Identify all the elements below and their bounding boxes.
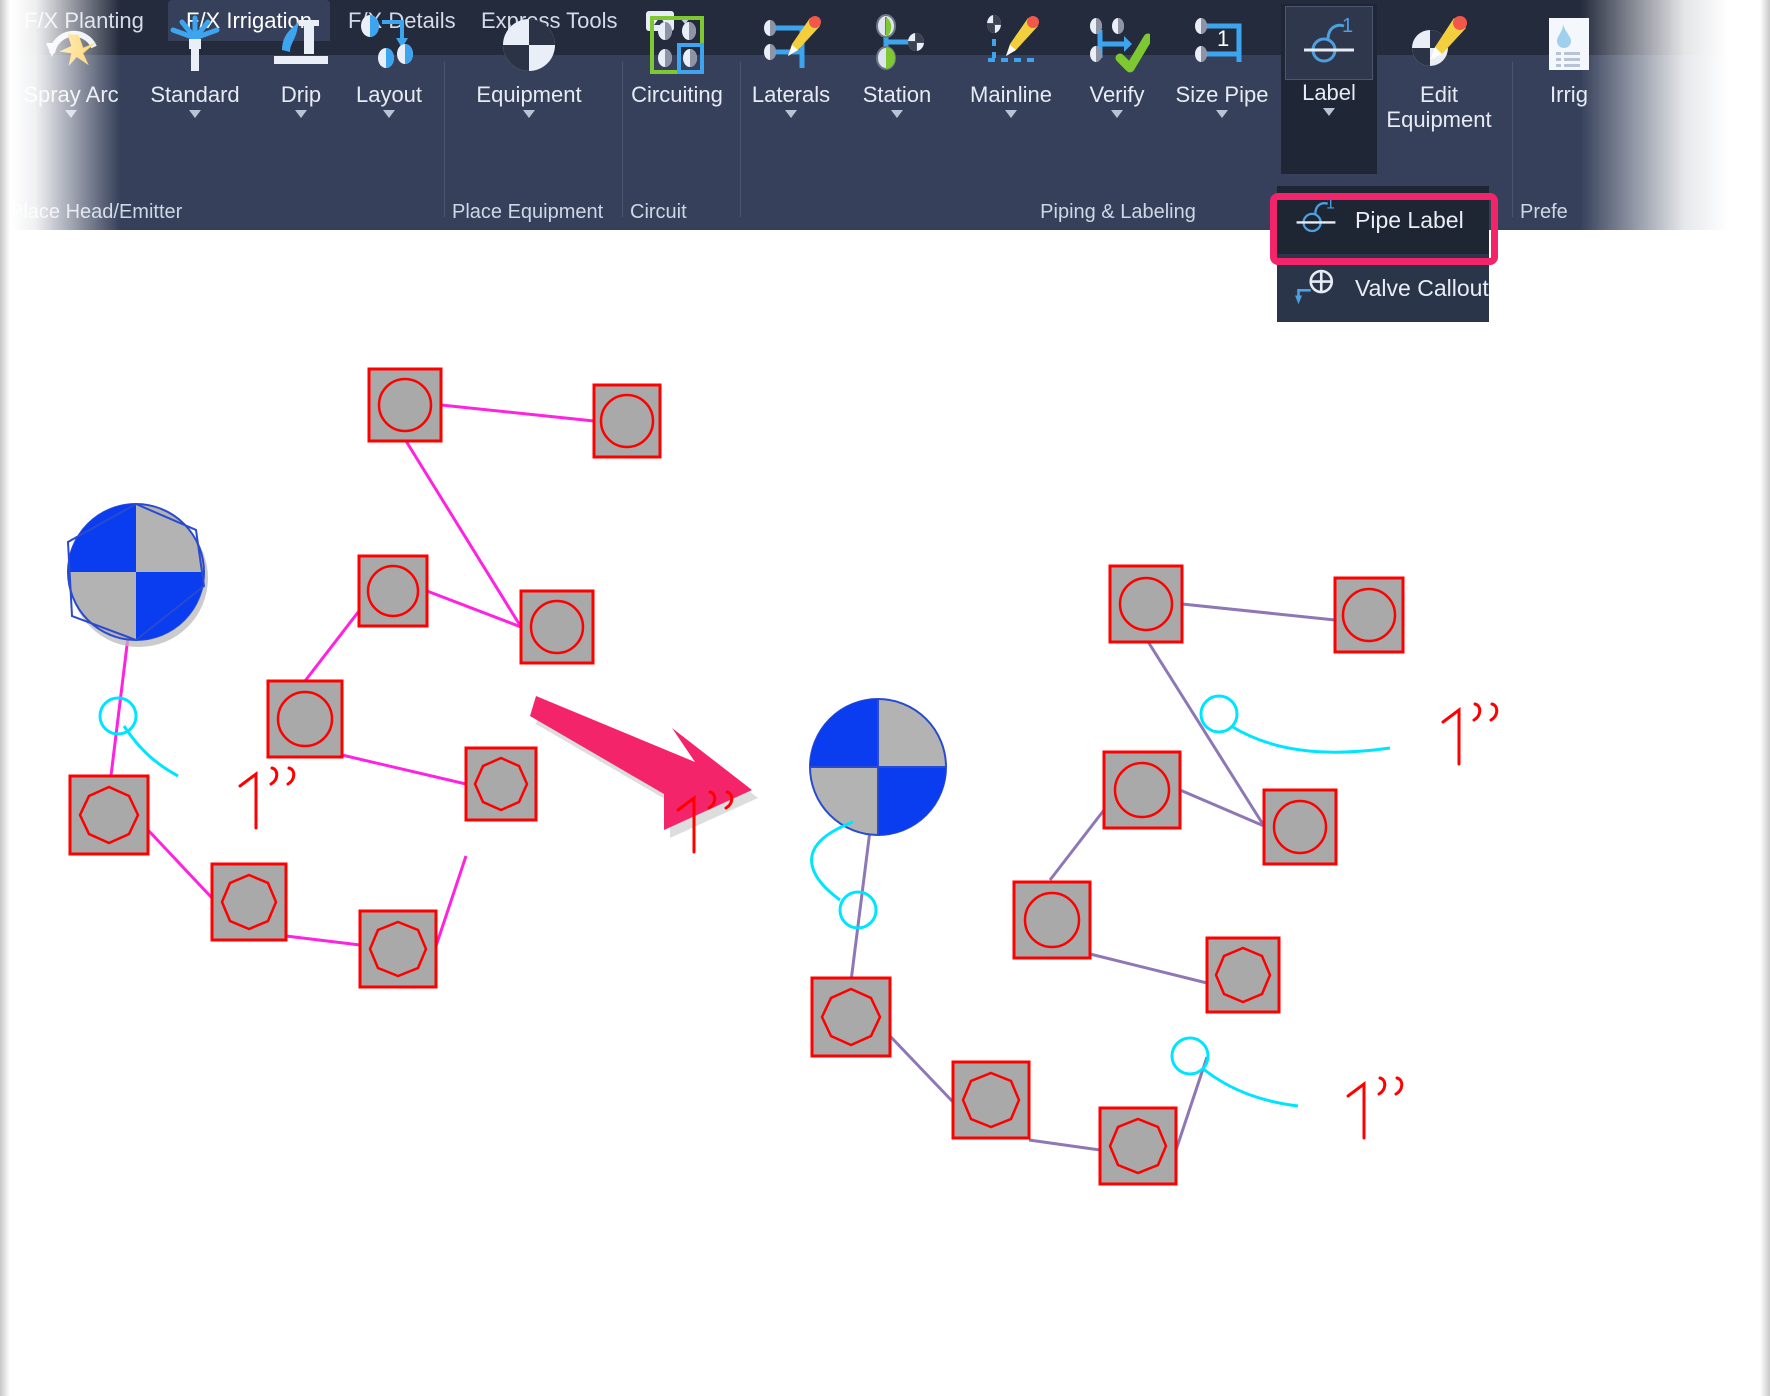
pipe-label-icon: 1: [1285, 6, 1373, 80]
chevron-down-icon[interactable]: [1323, 108, 1335, 116]
circuiting-icon: [618, 8, 736, 82]
button-label-spray-arc: Spray Arc: [23, 82, 119, 107]
screenshot-root: F/X Planting F/X Irrigation F/X Details …: [0, 0, 1770, 1396]
button-size-pipe[interactable]: 1 Size Pipe: [1163, 4, 1281, 136]
button-label-laterals: Laterals: [751, 82, 831, 107]
pipe-size-label-after-b: [1441, 702, 1499, 766]
button-laterals[interactable]: Laterals: [732, 4, 850, 136]
button-label-standard: Standard: [150, 82, 240, 107]
edit-equipment-icon: [1375, 8, 1503, 82]
svg-text:1: 1: [1326, 196, 1335, 212]
chevron-down-icon[interactable]: [295, 110, 307, 118]
irrigation-preferences-icon: [1510, 8, 1628, 82]
chevron-down-icon[interactable]: [523, 110, 535, 118]
chevron-down-icon[interactable]: [383, 110, 395, 118]
panel-title-place-equipment: Place Equipment: [452, 201, 604, 223]
transition-arrow: [530, 696, 758, 838]
button-label-equipment: Equipment: [476, 82, 582, 107]
verify-icon: [1058, 8, 1176, 82]
button-equipment[interactable]: Equipment: [470, 4, 588, 136]
heads-before: [68, 367, 662, 989]
button-mainline[interactable]: Mainline: [952, 4, 1070, 136]
after-drawing-group: [676, 564, 1499, 1186]
spray-arc-icon: [12, 8, 130, 82]
menu-item-pipe-label[interactable]: 1 Pipe Label: [1277, 186, 1489, 254]
menu-item-label: Pipe Label: [1355, 206, 1464, 233]
button-verify[interactable]: Verify: [1058, 4, 1176, 136]
panel-title-circuit: Circuit: [630, 201, 687, 223]
chevron-down-icon[interactable]: [65, 110, 77, 118]
chevron-down-icon[interactable]: [891, 110, 903, 118]
ribbon: F/X Planting F/X Irrigation F/X Details …: [0, 0, 1770, 230]
svg-text:1: 1: [1342, 16, 1353, 37]
before-drawing-group: [66, 367, 662, 989]
equipment-icon: [470, 8, 588, 82]
button-station[interactable]: Station: [838, 4, 956, 136]
lateral-pipes-before: [106, 403, 595, 947]
button-label-mainline: Mainline: [970, 82, 1052, 107]
heads-after: [810, 564, 1405, 1186]
button-label-label: Label: [1302, 80, 1356, 105]
panel-title-place-head-emitter: Place Head/Emitter: [10, 201, 183, 223]
button-edit-equipment[interactable]: Edit Equipment: [1375, 4, 1503, 136]
button-label-drip: Drip: [280, 82, 322, 107]
button-label-size-pipe: Size Pipe: [1175, 82, 1269, 107]
chevron-down-icon[interactable]: [1111, 110, 1123, 118]
chevron-down-icon[interactable]: [785, 110, 797, 118]
irrigation-drawing: [66, 367, 1499, 1186]
label-dropdown-menu: 1 Pipe Label Valve Callout: [1277, 186, 1489, 322]
station-icon: [838, 8, 956, 82]
button-spray-arc[interactable]: Spray Arc: [12, 4, 130, 136]
valve-symbol-after: [809, 698, 947, 836]
button-label-edit-equipment: Edit Equipment: [1386, 82, 1492, 132]
valve-callout-icon: [1291, 264, 1341, 312]
lateral-pipes-after: [846, 602, 1336, 1152]
button-label-layout: Layout: [355, 82, 423, 107]
mainline-icon: [952, 8, 1070, 82]
svg-text:1: 1: [1217, 26, 1229, 51]
panel-title-preferences: Prefe: [1520, 201, 1568, 223]
button-label-verify: Verify: [1089, 82, 1145, 107]
menu-item-label: Valve Callout: [1355, 274, 1489, 301]
valve-symbol-before: [66, 502, 208, 647]
menu-item-valve-callout[interactable]: Valve Callout: [1277, 254, 1489, 322]
pipe-label-icon: 1: [1291, 195, 1341, 244]
panel-divider: [444, 62, 445, 217]
button-layout[interactable]: Layout: [330, 4, 448, 136]
pipe-size-label-after-c: [1346, 1076, 1404, 1140]
pipe-size-label-before: [238, 766, 296, 830]
layout-icon: [330, 8, 448, 82]
button-label-station: Station: [862, 82, 932, 107]
button-irrigation-preferences[interactable]: Irrig: [1510, 4, 1628, 136]
size-pipe-icon: 1: [1163, 8, 1281, 82]
button-standard[interactable]: Standard: [136, 4, 254, 136]
chevron-down-icon[interactable]: [189, 110, 201, 118]
button-label-irrigation-preferences: Irrig: [1550, 82, 1588, 107]
cad-drawing-canvas[interactable]: [0, 230, 1770, 1396]
chevron-down-icon[interactable]: [1005, 110, 1017, 118]
laterals-icon: [732, 8, 850, 82]
button-label[interactable]: 1 Label: [1281, 4, 1377, 174]
button-circuiting[interactable]: Circuiting: [618, 4, 736, 136]
standard-head-icon: [136, 8, 254, 82]
button-label-circuiting: Circuiting: [631, 82, 723, 107]
chevron-down-icon[interactable]: [1216, 110, 1228, 118]
